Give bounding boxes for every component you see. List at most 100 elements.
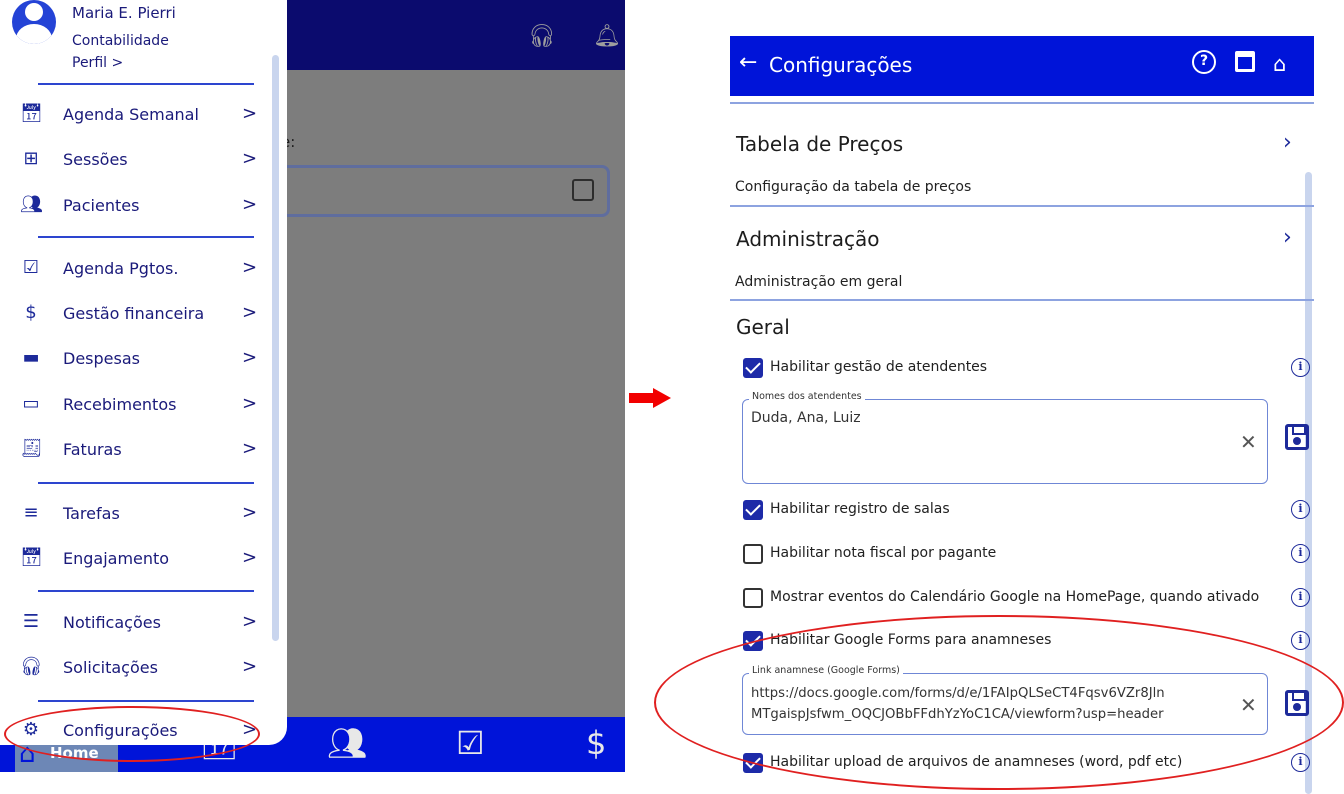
nav-dollar-icon[interactable]: $ (586, 724, 606, 762)
section-divider (730, 299, 1314, 301)
option-nota-fiscal[interactable]: Habilitar nota fiscal por pagante i (743, 542, 1310, 568)
bell-icon[interactable]: 🔔︎ (593, 24, 621, 49)
nav-people-icon[interactable]: 👥︎ (327, 724, 368, 762)
menu-item-label: Sessões (63, 150, 128, 169)
page-checkbox[interactable] (572, 179, 594, 201)
menu-item-label: Notificações (63, 613, 161, 632)
menu-item-gestao-financeira[interactable]: $ Gestão financeira > (14, 298, 266, 332)
dollar-icon: $ (25, 302, 37, 323)
info-icon[interactable]: i (1291, 588, 1310, 607)
headset-icon: 🎧︎ (20, 656, 43, 677)
chevron-right-icon: > (242, 148, 258, 169)
info-icon[interactable]: i (1291, 753, 1310, 772)
menu-item-despesas[interactable]: ▬ Despesas > (14, 343, 266, 377)
option-label: Mostrar eventos do Calendário Google na … (770, 589, 1260, 605)
nav-calendar-check-icon[interactable]: ☑ (456, 724, 485, 762)
chevron-right-icon: > (242, 393, 258, 414)
option-registro-salas[interactable]: Habilitar registro de salas i (743, 498, 1310, 524)
notifications-icon: ☰ (22, 611, 40, 632)
invoice-icon: 🧾︎ (20, 438, 43, 459)
section-title-geral: Geral (736, 315, 790, 339)
info-icon[interactable]: i (1291, 358, 1310, 377)
section-divider (730, 102, 1314, 104)
headset-icon[interactable]: 🎧︎ (528, 24, 556, 49)
calendar-icon[interactable] (1235, 51, 1255, 72)
chevron-right-icon: > (242, 547, 258, 568)
checkbox-unchecked[interactable] (743, 544, 763, 564)
left-phone-screen: 🎧︎ 🔔︎ e: ⌂ Home 📅︎ 👥︎ ☑ $ Maria E. Pierr… (0, 0, 625, 772)
drawer-scrollbar[interactable] (272, 55, 279, 641)
menu-item-recebimentos[interactable]: ▭ Recebimentos > (14, 389, 266, 423)
checkbox-checked[interactable] (743, 500, 763, 520)
chevron-right-icon: > (242, 502, 258, 523)
page-title: Configurações (769, 53, 913, 77)
navigation-drawer: Maria E. Pierri Contabilidade Perfil > 📅… (0, 0, 287, 745)
field-value[interactable]: Duda, Ana, Luiz (751, 408, 861, 429)
info-icon[interactable]: i (1291, 631, 1310, 650)
menu-item-pacientes[interactable]: 👥︎ Pacientes > (14, 190, 266, 224)
menu-item-sessoes[interactable]: ⊞ Sessões > (14, 144, 266, 178)
attendants-names-field[interactable]: Nomes dos atendentes Duda, Ana, Luiz ✕ (742, 391, 1268, 484)
menu-item-label: Gestão financeira (63, 304, 205, 323)
section-title-tabela-precos[interactable]: Tabela de Preços (736, 132, 903, 156)
drawer-divider (38, 700, 254, 702)
menu-item-label: Agenda Pgtos. (63, 259, 179, 278)
user-department: Contabilidade (72, 33, 169, 49)
credit-card-icon: ▭ (22, 393, 40, 414)
profile-link[interactable]: Perfil > (72, 55, 123, 71)
menu-item-engajamento[interactable]: 📅︎ Engajamento > (14, 543, 266, 577)
chevron-right-icon: > (242, 347, 258, 368)
field-label: Nomes dos atendentes (749, 391, 865, 402)
arrow-back-icon[interactable]: ← (739, 50, 757, 75)
close-icon[interactable]: ✕ (1240, 430, 1257, 454)
help-icon[interactable]: ? (1192, 50, 1216, 74)
home-icon[interactable]: ⌂ (1273, 52, 1286, 76)
chevron-right-icon: > (242, 656, 258, 677)
option-label: Habilitar gestão de atendentes (770, 359, 988, 375)
annotation-arrow-shaft (629, 393, 655, 403)
option-label: Habilitar registro de salas (770, 501, 950, 517)
chevron-right-icon: > (242, 611, 258, 632)
people-icon: 👥︎ (20, 194, 43, 215)
chevron-right-icon[interactable]: › (1283, 225, 1292, 250)
menu-item-agenda-semanal[interactable]: 📅︎ Agenda Semanal > (14, 99, 266, 133)
chevron-right-icon[interactable]: › (1283, 130, 1292, 155)
info-icon[interactable]: i (1291, 500, 1310, 519)
menu-item-faturas[interactable]: 🧾︎ Faturas > (14, 434, 266, 468)
drawer-divider (38, 83, 254, 85)
calendar-check-icon: ☑ (22, 257, 40, 278)
menu-item-solicitacoes[interactable]: 🎧︎ Solicitações > (14, 652, 266, 686)
option-label: Habilitar nota fiscal por pagante (770, 545, 997, 561)
menu-item-tarefas[interactable]: ≡ Tarefas > (14, 498, 266, 532)
menu-item-label: Recebimentos (63, 395, 177, 414)
section-title-administracao[interactable]: Administração (736, 227, 880, 251)
menu-item-notificacoes[interactable]: ☰ Notificações > (14, 607, 266, 641)
save-icon[interactable] (1285, 424, 1309, 450)
option-gestao-atendentes[interactable]: Habilitar gestão de atendentes i (743, 356, 1310, 382)
option-calendario-google[interactable]: Mostrar eventos do Calendário Google na … (743, 586, 1310, 612)
list-icon: ≡ (23, 502, 39, 523)
menu-item-agenda-pgtos[interactable]: ☑ Agenda Pgtos. > (14, 253, 266, 287)
chevron-right-icon: > (242, 302, 258, 323)
annotation-arrow-icon (653, 388, 671, 408)
chevron-right-icon: > (242, 194, 258, 215)
checkbox-unchecked[interactable] (743, 588, 763, 608)
user-name: Maria E. Pierri (72, 4, 176, 22)
info-icon[interactable]: i (1291, 544, 1310, 563)
section-description: Administração em geral (735, 274, 903, 290)
wallet-icon: ▬ (22, 347, 40, 368)
menu-item-label: Tarefas (63, 504, 120, 523)
chevron-right-icon: > (242, 103, 258, 124)
menu-item-label: Pacientes (63, 196, 140, 215)
page-select-field[interactable] (270, 165, 610, 217)
annotation-ellipse-configuracoes (4, 706, 260, 762)
chevron-right-icon: > (242, 257, 258, 278)
calendar-event-icon: 📅︎ (20, 547, 43, 568)
menu-item-label: Engajamento (63, 549, 170, 568)
avatar[interactable] (12, 0, 56, 44)
section-description: Configuração da tabela de preços (735, 179, 972, 195)
avatar-body-shape (16, 24, 52, 44)
drawer-divider (38, 482, 254, 484)
checkbox-checked[interactable] (743, 358, 763, 378)
chevron-right-icon: > (242, 438, 258, 459)
